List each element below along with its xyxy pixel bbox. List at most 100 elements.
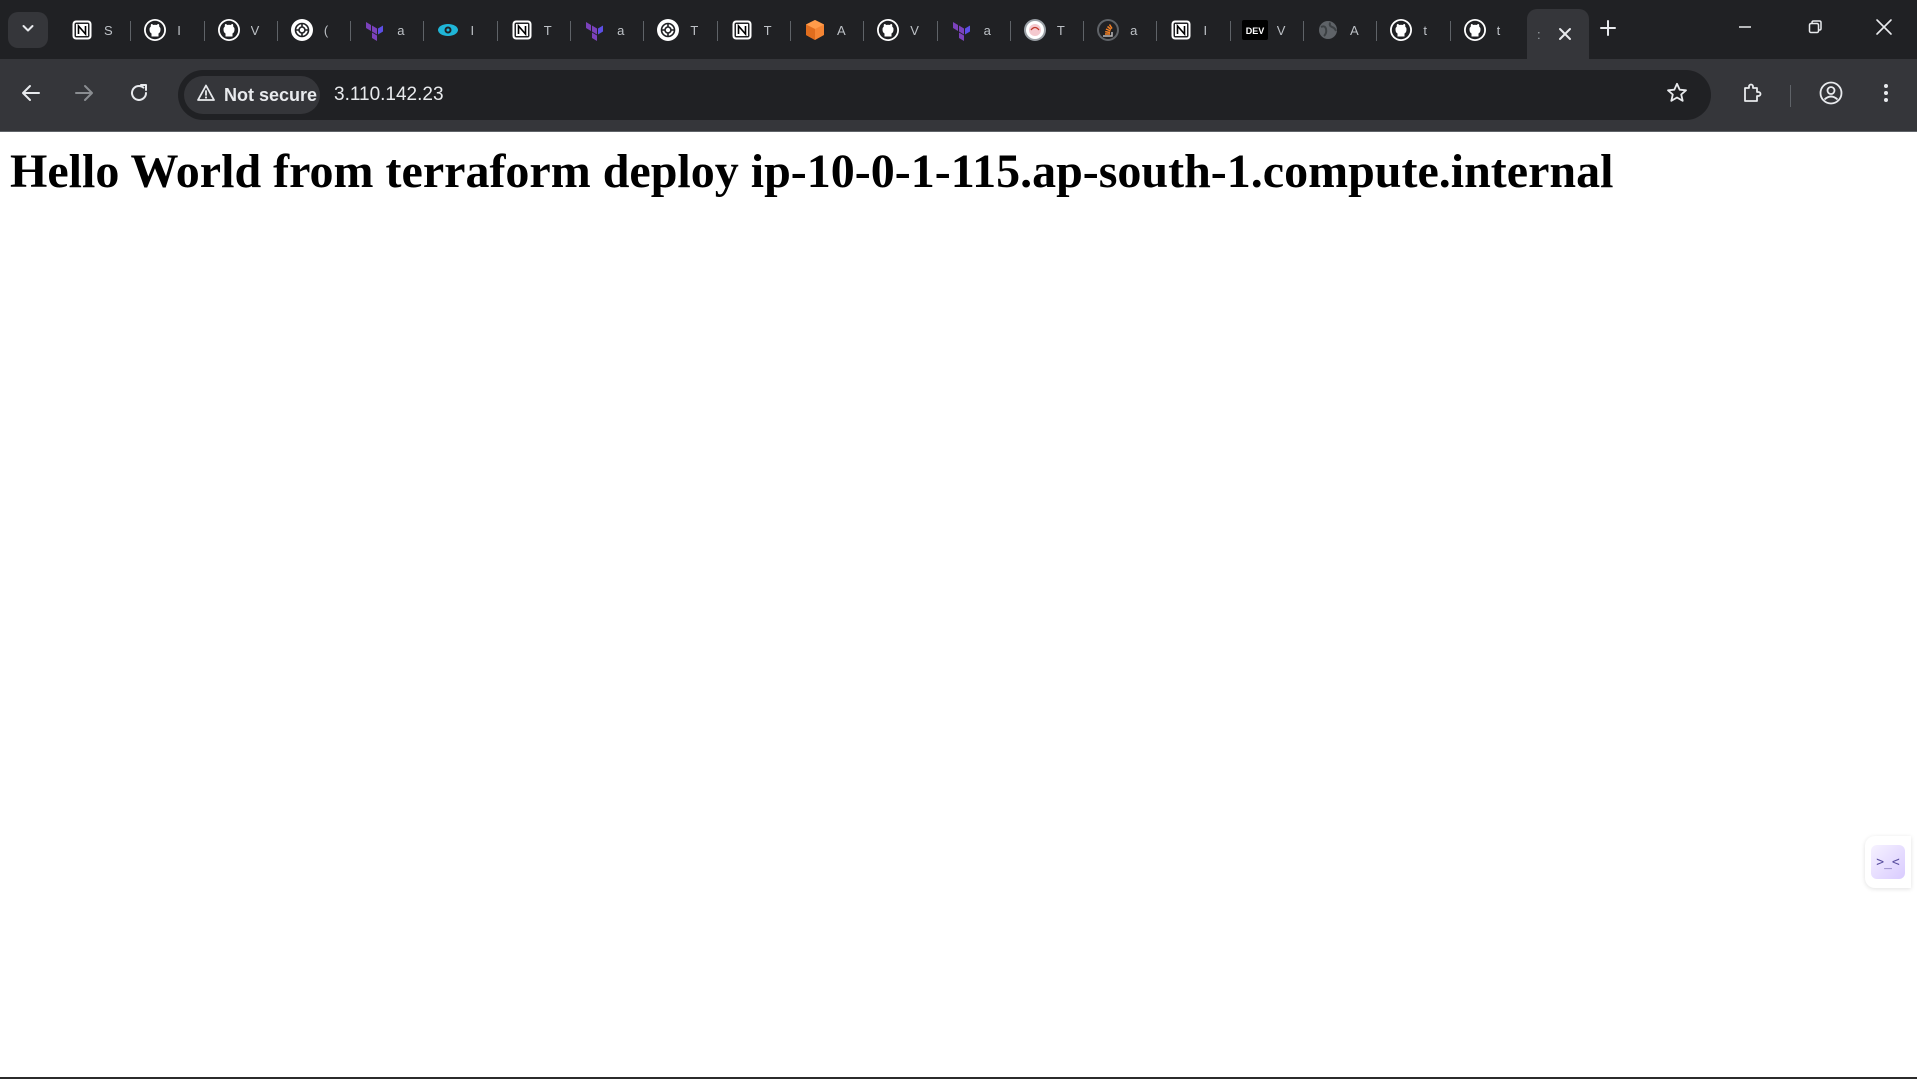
tab[interactable]: T bbox=[498, 9, 572, 51]
close-window-button[interactable] bbox=[1849, 0, 1917, 59]
chevron-down-icon bbox=[20, 20, 36, 41]
puzzle-icon bbox=[1741, 81, 1765, 110]
circle-badge-icon bbox=[1021, 16, 1049, 44]
tab-title: A bbox=[836, 22, 846, 38]
security-chip[interactable]: Not secure bbox=[184, 76, 320, 114]
tab-title: T bbox=[1056, 22, 1065, 38]
tab[interactable]: t bbox=[1377, 9, 1451, 51]
star-icon bbox=[1665, 81, 1689, 110]
tab[interactable]: T bbox=[1011, 9, 1085, 51]
dev-icon: DEV bbox=[1241, 16, 1269, 44]
notion-icon bbox=[68, 16, 96, 44]
tab[interactable]: a bbox=[938, 9, 1012, 51]
forward-button[interactable] bbox=[64, 75, 104, 115]
plus-icon bbox=[1599, 19, 1617, 42]
tab-title: T bbox=[763, 22, 772, 38]
security-label: Not secure bbox=[224, 84, 318, 105]
tab-title: I bbox=[1203, 22, 1208, 38]
tab-title: V bbox=[1276, 22, 1286, 38]
tab[interactable]: DEV V bbox=[1231, 9, 1305, 51]
tab-title: I bbox=[177, 22, 181, 38]
tab-title: T bbox=[543, 22, 552, 38]
warning-icon bbox=[196, 83, 216, 108]
svg-text:DEV: DEV bbox=[1245, 26, 1264, 36]
tab[interactable]: a bbox=[571, 9, 645, 51]
account-circle-icon bbox=[1818, 80, 1844, 111]
back-button[interactable] bbox=[11, 75, 51, 115]
github-icon bbox=[1387, 16, 1415, 44]
arrow-right-icon bbox=[73, 82, 95, 109]
tab[interactable]: T bbox=[644, 9, 718, 51]
tab-title: a bbox=[617, 22, 625, 38]
tab-title: a bbox=[983, 22, 991, 38]
tab-title: A bbox=[1350, 22, 1359, 38]
github-icon bbox=[874, 16, 902, 44]
restore-icon bbox=[1807, 19, 1823, 40]
tab-active[interactable]: : bbox=[1526, 9, 1589, 59]
tab[interactable]: I bbox=[131, 9, 205, 51]
reload-icon bbox=[128, 82, 150, 109]
tab-title: S bbox=[104, 22, 113, 38]
tab[interactable]: t bbox=[1451, 9, 1524, 51]
aws-cube-icon bbox=[801, 16, 829, 44]
toolbar: Not secure 3.110.142.23 bbox=[0, 59, 1917, 131]
tab-title: : bbox=[1536, 26, 1541, 42]
terraform-icon bbox=[361, 16, 389, 44]
extensions-button[interactable] bbox=[1733, 75, 1773, 115]
tab[interactable]: I bbox=[424, 9, 499, 51]
new-tab-button[interactable] bbox=[1592, 14, 1624, 46]
close-tab-icon[interactable] bbox=[1557, 26, 1573, 42]
tab[interactable]: a bbox=[1084, 9, 1158, 51]
tab-list: S I V (a I Ta T T A Va Ta I DEV V At t : bbox=[58, 9, 1589, 59]
tab[interactable]: T bbox=[718, 9, 792, 51]
close-icon bbox=[1875, 18, 1893, 41]
tab-strip: S I V (a I Ta T T A Va Ta I DEV V At t : bbox=[0, 0, 1917, 59]
menu-button[interactable] bbox=[1866, 75, 1906, 115]
arrow-left-icon bbox=[20, 82, 42, 109]
chatgpt-icon bbox=[288, 16, 316, 44]
tab[interactable]: V bbox=[864, 9, 938, 51]
minimize-button[interactable] bbox=[1710, 0, 1780, 59]
toolbar-divider bbox=[1790, 85, 1791, 107]
notion-icon bbox=[728, 16, 756, 44]
tab[interactable]: V bbox=[205, 9, 279, 51]
tab-title: I bbox=[470, 22, 475, 38]
notion-icon bbox=[1167, 16, 1195, 44]
tab-title: a bbox=[1130, 22, 1138, 38]
reload-button[interactable] bbox=[119, 75, 159, 115]
terraform-icon bbox=[948, 16, 976, 44]
minimize-icon bbox=[1737, 19, 1753, 40]
page-heading: Hello World from terraform deploy ip-10-… bbox=[10, 145, 1614, 198]
restore-button[interactable] bbox=[1780, 0, 1850, 59]
profile-button[interactable] bbox=[1811, 75, 1851, 115]
github-icon bbox=[215, 16, 243, 44]
tab-title: a bbox=[397, 22, 405, 38]
terraform-icon bbox=[581, 16, 609, 44]
widget-face-icon: >_< bbox=[1871, 845, 1905, 879]
tab[interactable]: I bbox=[1157, 9, 1232, 51]
tab-title: V bbox=[910, 22, 919, 38]
github-icon bbox=[141, 16, 169, 44]
url-text[interactable]: 3.110.142.23 bbox=[334, 70, 444, 120]
address-bar[interactable]: Not secure 3.110.142.23 bbox=[178, 70, 1711, 120]
browser-window: S I V (a I Ta T T A Va Ta I DEV V At t : bbox=[0, 0, 1917, 1079]
github-icon bbox=[1461, 16, 1489, 44]
eye-cloud-icon bbox=[434, 16, 462, 44]
bookmark-button[interactable] bbox=[1661, 79, 1693, 111]
tab[interactable]: A bbox=[791, 9, 865, 51]
extension-side-widget[interactable]: >_< bbox=[1865, 836, 1911, 888]
widget-label: >_< bbox=[1876, 854, 1900, 870]
tab[interactable]: a bbox=[351, 9, 425, 51]
notion-icon bbox=[508, 16, 536, 44]
tab[interactable]: A bbox=[1304, 9, 1378, 51]
tab-title: T bbox=[690, 22, 699, 38]
globe-icon bbox=[1314, 16, 1342, 44]
more-vert-icon bbox=[1882, 82, 1890, 109]
page-content: Hello World from terraform deploy ip-10-… bbox=[0, 132, 1917, 1079]
tab-title: t bbox=[1496, 22, 1501, 38]
chatgpt-icon bbox=[654, 16, 682, 44]
tab[interactable]: S bbox=[58, 9, 132, 51]
tab-title: t bbox=[1423, 22, 1427, 38]
tab-search-button[interactable] bbox=[8, 12, 48, 48]
tab[interactable]: ( bbox=[278, 9, 352, 51]
